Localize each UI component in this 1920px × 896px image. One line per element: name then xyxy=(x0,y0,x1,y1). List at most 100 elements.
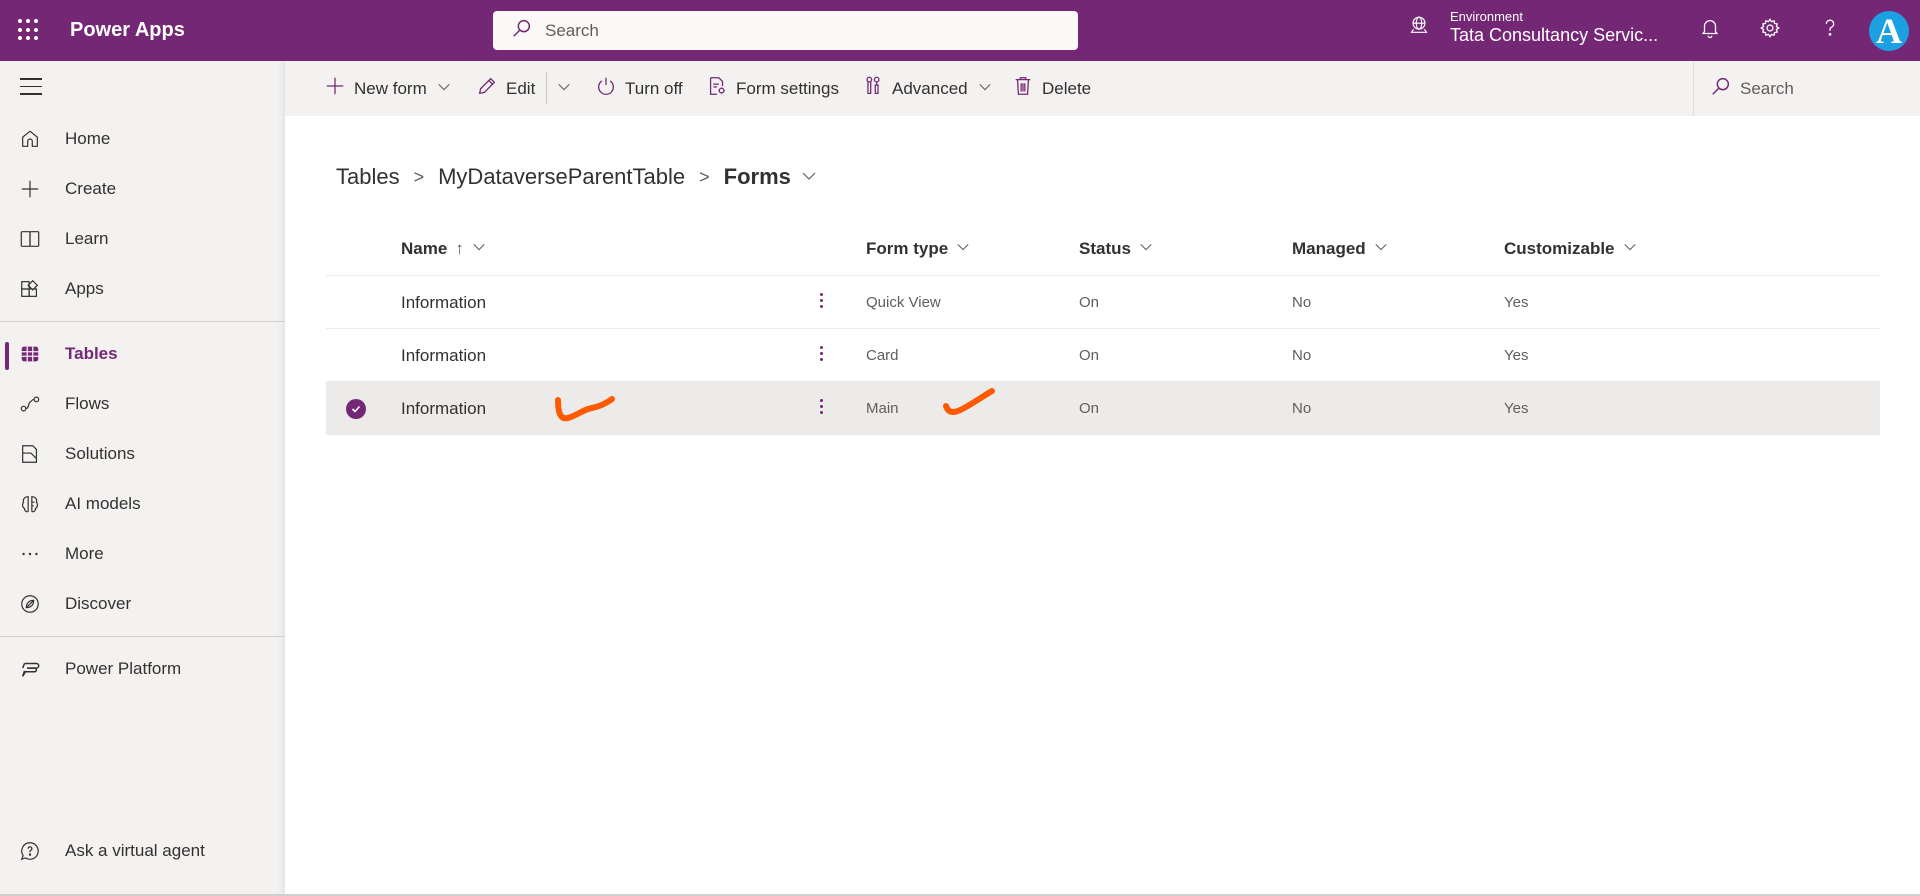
cell-customizable: Yes xyxy=(1504,400,1529,417)
sidebar-item-power-platform[interactable]: Power Platform xyxy=(0,647,285,691)
forms-table: Name ↑ Form type Status Managed Customiz… xyxy=(326,225,1880,435)
column-header-label: Name xyxy=(401,239,448,258)
command-search[interactable] xyxy=(1693,61,1920,116)
new-form-button[interactable]: New form xyxy=(324,61,451,116)
advanced-button[interactable]: Advanced xyxy=(862,61,992,116)
gear-icon xyxy=(1759,17,1781,44)
sidebar-item-create[interactable]: Create xyxy=(0,167,285,211)
sidebar-item-ai-models[interactable]: AI models xyxy=(0,482,285,526)
table-row[interactable]: Information Quick View On No Yes xyxy=(326,276,1880,329)
apps-icon xyxy=(18,277,42,301)
app-launcher-icon[interactable] xyxy=(18,19,40,41)
form-settings-button[interactable]: Form settings xyxy=(706,61,839,116)
column-header-label: Status xyxy=(1079,239,1131,258)
cell-customizable: Yes xyxy=(1504,294,1529,311)
sidebar-item-label: Create xyxy=(65,179,117,198)
delete-button[interactable]: Delete xyxy=(1012,61,1091,116)
command-search-input[interactable] xyxy=(1740,78,1910,99)
globe-icon xyxy=(1408,14,1450,41)
search-icon xyxy=(511,17,533,44)
chevron-down-icon xyxy=(1131,239,1153,259)
breadcrumb-item-tables[interactable]: Tables xyxy=(336,164,400,190)
cell-name[interactable]: Information xyxy=(401,329,486,382)
chevron-right-icon: > xyxy=(699,166,710,187)
sidebar-item-apps[interactable]: Apps xyxy=(0,267,285,311)
row-more-options-icon[interactable] xyxy=(815,290,827,314)
tools-icon xyxy=(862,75,892,102)
global-search-input[interactable] xyxy=(545,20,1045,41)
cell-name[interactable]: Information xyxy=(401,382,486,435)
edit-label: Edit xyxy=(506,78,536,98)
cell-customizable: Yes xyxy=(1504,347,1529,364)
global-search[interactable] xyxy=(493,11,1078,50)
cell-status: On xyxy=(1079,294,1100,311)
chevron-down-icon xyxy=(1366,239,1388,259)
column-header-form-type[interactable]: Form type xyxy=(866,239,970,259)
column-header-status[interactable]: Status xyxy=(1079,239,1153,259)
active-indicator xyxy=(5,342,9,370)
sidebar-item-label: Solutions xyxy=(65,444,135,463)
column-header-label: Managed xyxy=(1292,239,1366,258)
edit-options-dropdown[interactable] xyxy=(557,61,571,116)
edit-button[interactable]: Edit xyxy=(476,61,535,116)
cell-status: On xyxy=(1079,347,1100,364)
hamburger-menu-icon[interactable] xyxy=(20,78,42,96)
plus-icon xyxy=(324,75,354,102)
chevron-down-icon xyxy=(427,79,451,99)
environment-label: Environment xyxy=(1450,9,1523,24)
left-navigation: Home Create Learn Apps Tables Flows Solu… xyxy=(0,61,285,896)
sort-ascending-icon: ↑ xyxy=(455,239,464,258)
help-icon xyxy=(1819,17,1841,44)
chevron-down-icon[interactable] xyxy=(791,164,817,190)
form-settings-label: Form settings xyxy=(736,78,839,98)
form-settings-icon xyxy=(706,75,736,102)
chevron-down-icon xyxy=(948,239,970,259)
turn-off-label: Turn off xyxy=(625,78,683,98)
cell-form-type: Main xyxy=(866,400,899,417)
sidebar-item-flows[interactable]: Flows xyxy=(0,382,285,426)
settings-button[interactable] xyxy=(1756,16,1784,44)
sidebar-item-label: Home xyxy=(65,129,111,148)
environment-name: Tata Consultancy Servic... xyxy=(1450,25,1659,45)
sidebar-item-discover[interactable]: Discover xyxy=(0,582,285,626)
cell-managed: No xyxy=(1292,347,1312,364)
sidebar-item-label: AI models xyxy=(65,494,141,513)
breadcrumb-item-table[interactable]: MyDataverseParentTable xyxy=(438,164,685,190)
chevron-down-icon xyxy=(464,239,486,259)
trash-icon xyxy=(1012,75,1042,102)
table-row-selected[interactable]: Information Main On No Yes xyxy=(326,382,1880,435)
chat-help-icon xyxy=(18,839,42,863)
row-more-options-icon[interactable] xyxy=(815,343,827,367)
breadcrumb: Tables > MyDataverseParentTable > Forms xyxy=(336,164,817,190)
sidebar-item-learn[interactable]: Learn xyxy=(0,217,285,261)
cell-name[interactable]: Information xyxy=(401,276,486,329)
bell-icon xyxy=(1699,17,1721,44)
sidebar-item-label: Flows xyxy=(65,394,110,413)
help-button[interactable] xyxy=(1816,16,1844,44)
sidebar-item-more[interactable]: More xyxy=(0,532,285,576)
sidebar-item-label: Power Platform xyxy=(65,659,182,678)
turn-off-button[interactable]: Turn off xyxy=(595,61,683,116)
user-avatar[interactable]: A xyxy=(1869,11,1909,51)
chevron-down-icon xyxy=(1615,239,1637,259)
column-header-name[interactable]: Name ↑ xyxy=(401,239,486,259)
environment-picker[interactable]: Environment Tata Consultancy Servic... xyxy=(1408,9,1658,46)
row-more-options-icon[interactable] xyxy=(815,396,827,420)
table-row[interactable]: Information Card On No Yes xyxy=(326,329,1880,382)
column-header-customizable[interactable]: Customizable xyxy=(1504,239,1637,259)
pencil-icon xyxy=(476,75,506,102)
brain-icon xyxy=(18,492,42,516)
sidebar-item-home[interactable]: Home xyxy=(0,117,285,161)
sidebar-item-solutions[interactable]: Solutions xyxy=(0,432,285,476)
ask-virtual-agent-button[interactable]: Ask a virtual agent xyxy=(0,829,285,873)
column-header-managed[interactable]: Managed xyxy=(1292,239,1388,259)
sidebar-divider xyxy=(0,636,285,637)
chevron-down-icon xyxy=(557,79,571,99)
notifications-button[interactable] xyxy=(1696,16,1724,44)
breadcrumb-item-forms[interactable]: Forms xyxy=(724,164,791,190)
compass-icon xyxy=(18,592,42,616)
app-title[interactable]: Power Apps xyxy=(70,19,185,42)
sidebar-item-tables[interactable]: Tables xyxy=(0,332,285,376)
row-selected-checkmark-icon[interactable] xyxy=(346,399,366,419)
column-header-label: Form type xyxy=(866,239,949,258)
